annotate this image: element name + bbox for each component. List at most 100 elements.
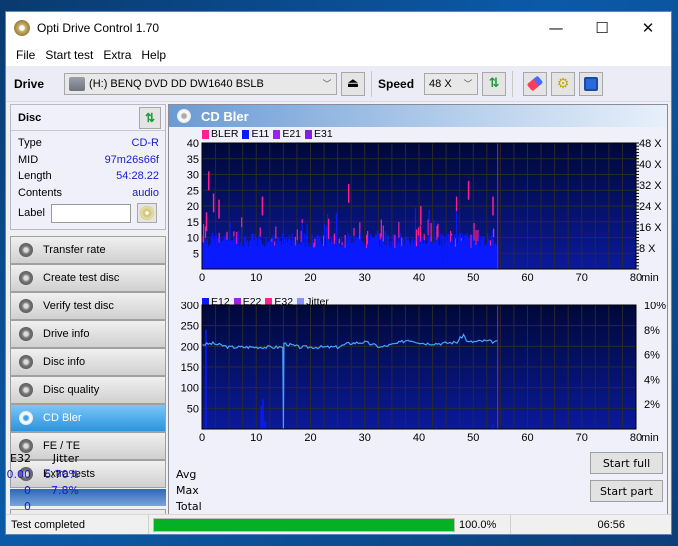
nav-fe-te[interactable]: FE / TE xyxy=(10,432,166,460)
nav-label: Disc info xyxy=(43,356,86,368)
close-button[interactable]: ✕ xyxy=(625,12,671,44)
eject-icon: ⏏ xyxy=(346,76,360,91)
disc-label-button[interactable] xyxy=(136,203,157,223)
x-tick-label: 50 xyxy=(467,432,479,444)
bler-bar xyxy=(437,223,439,238)
erase-button[interactable] xyxy=(523,71,548,96)
bler-peak xyxy=(212,193,215,213)
nav-transfer-rate[interactable]: Transfer rate xyxy=(10,236,166,264)
nav-spacer xyxy=(10,489,166,506)
stats-row-label: Max xyxy=(176,484,199,497)
start-part-button[interactable]: Start part xyxy=(590,480,663,502)
y-tick-label: 5 xyxy=(193,248,199,260)
disc-icon xyxy=(19,383,33,397)
y-tick-label: 200 xyxy=(181,341,199,353)
bler-bar xyxy=(296,229,298,241)
y-tick-label: 150 xyxy=(181,362,199,374)
y2-tick-label: 8 X xyxy=(639,243,656,255)
y-tick-label: 15 xyxy=(187,217,199,229)
e12-bar xyxy=(492,424,494,429)
drive-value: (H:) BENQ DVD DD DW1640 BSLB xyxy=(89,77,264,90)
menu-help[interactable]: Help xyxy=(136,48,171,62)
status-text: Test completed xyxy=(6,515,149,534)
disc-refresh-button[interactable]: ⇅ xyxy=(139,106,161,129)
jitter-chart: 0 10 20 30 40 50 60 70 80min501001502002503002%4… xyxy=(181,302,667,444)
e12-bar xyxy=(260,406,263,429)
nav-create-test-disc[interactable]: Create test disc xyxy=(10,264,166,292)
refresh-arrows-icon: ⇅ xyxy=(144,110,156,125)
progress-bar xyxy=(153,517,455,532)
stats-value: 0.00 xyxy=(6,468,32,481)
eject-button[interactable]: ⏏ xyxy=(341,71,366,96)
x-tick-label: 0 xyxy=(199,432,205,444)
speed-label: Speed xyxy=(378,76,415,91)
start-full-button[interactable]: Start full xyxy=(590,452,663,474)
disc-icon xyxy=(19,327,33,341)
disc-contents-value: audio xyxy=(132,186,159,199)
y2-tick-label: 6% xyxy=(644,350,660,362)
stats-row-label: Total xyxy=(176,500,202,513)
nav-label: CD Bler xyxy=(43,412,82,424)
menu-file[interactable]: File xyxy=(11,48,40,62)
stats-header-e32: E32 xyxy=(10,452,31,465)
nav-label: Verify test disc xyxy=(43,300,114,312)
bler-bar xyxy=(275,226,277,239)
drive-select[interactable]: (H:) BENQ DVD DD DW1640 BSLB ﹀ xyxy=(64,72,338,95)
bler-bar xyxy=(455,196,458,212)
minimize-button[interactable]: — xyxy=(533,12,579,44)
e12-bar xyxy=(262,399,264,429)
disc-label-label: Label xyxy=(18,207,45,219)
floppy-icon xyxy=(584,76,599,91)
app-window: Opti Drive Control 1.70 — ☐ ✕ File Start… xyxy=(5,11,672,535)
chevron-down-icon: ﹀ xyxy=(322,79,332,89)
bler-bar xyxy=(475,229,477,245)
y-tick-label: 50 xyxy=(187,403,199,415)
settings-button[interactable]: ⚙ xyxy=(551,71,576,96)
x-tick-label: 40 xyxy=(413,272,425,284)
title-bar: Opti Drive Control 1.70 — ☐ ✕ xyxy=(6,12,671,44)
save-button[interactable] xyxy=(579,71,604,96)
y-tick-label: 25 xyxy=(187,185,199,197)
window-title: Opti Drive Control 1.70 xyxy=(37,21,160,35)
bler-bar xyxy=(415,229,418,247)
bler-bar xyxy=(259,227,261,237)
nav-label: Transfer rate xyxy=(43,244,106,256)
bler-peak xyxy=(261,196,264,216)
nav-disc-info[interactable]: Disc info xyxy=(10,348,166,376)
x-tick-label: 10 xyxy=(250,432,262,444)
nav-drive-info[interactable]: Drive info xyxy=(10,320,166,348)
stats-value: 7.8% xyxy=(51,484,79,497)
y2-tick-label: 16 X xyxy=(639,222,662,234)
bler-bar xyxy=(380,219,382,238)
speed-select[interactable]: 48 X ﹀ xyxy=(424,72,479,95)
refresh-arrows-icon: ⇅ xyxy=(488,76,500,91)
y-tick-label: 10 xyxy=(187,233,199,245)
y-tick-label: 100 xyxy=(181,383,199,395)
eraser-icon xyxy=(526,75,544,92)
gears-icon: ⚙ xyxy=(556,75,570,92)
y-tick-label: 30 xyxy=(187,170,199,182)
bler-bar xyxy=(241,217,243,227)
maximize-button[interactable]: ☐ xyxy=(579,12,625,44)
nav-label: FE / TE xyxy=(43,440,81,452)
x-tick-label: 30 xyxy=(359,432,371,444)
menu-extra[interactable]: Extra xyxy=(98,48,136,62)
refresh-speed-button[interactable]: ⇅ xyxy=(482,71,507,96)
y2-tick-label: 24 X xyxy=(639,201,662,213)
bler-bar xyxy=(398,221,400,238)
disc-label-input[interactable] xyxy=(50,203,131,223)
nav-verify-test-disc[interactable]: Verify test disc xyxy=(10,292,166,320)
nav-disc-quality[interactable]: Disc quality xyxy=(10,376,166,404)
nav-cd-bler[interactable]: CD Bler xyxy=(10,404,166,432)
elapsed-time: 06:56 xyxy=(597,518,625,531)
disc-contents-label: Contents xyxy=(18,186,63,199)
x-tick-label: 30 xyxy=(359,272,371,284)
x-tick-label: 50 xyxy=(467,272,479,284)
disc-panel: Disc ⇅ Type CD-R MID 97m26s66f Length 54:28… xyxy=(10,104,166,230)
panel-title: CD Bler xyxy=(201,108,249,124)
y2-tick-label: 32 X xyxy=(639,180,662,192)
disc-title: Disc xyxy=(18,111,42,124)
y-tick-label: 300 xyxy=(181,302,199,312)
menu-start-test[interactable]: Start test xyxy=(40,48,98,62)
nav-extra-tests[interactable]: Extra tests xyxy=(10,460,166,488)
